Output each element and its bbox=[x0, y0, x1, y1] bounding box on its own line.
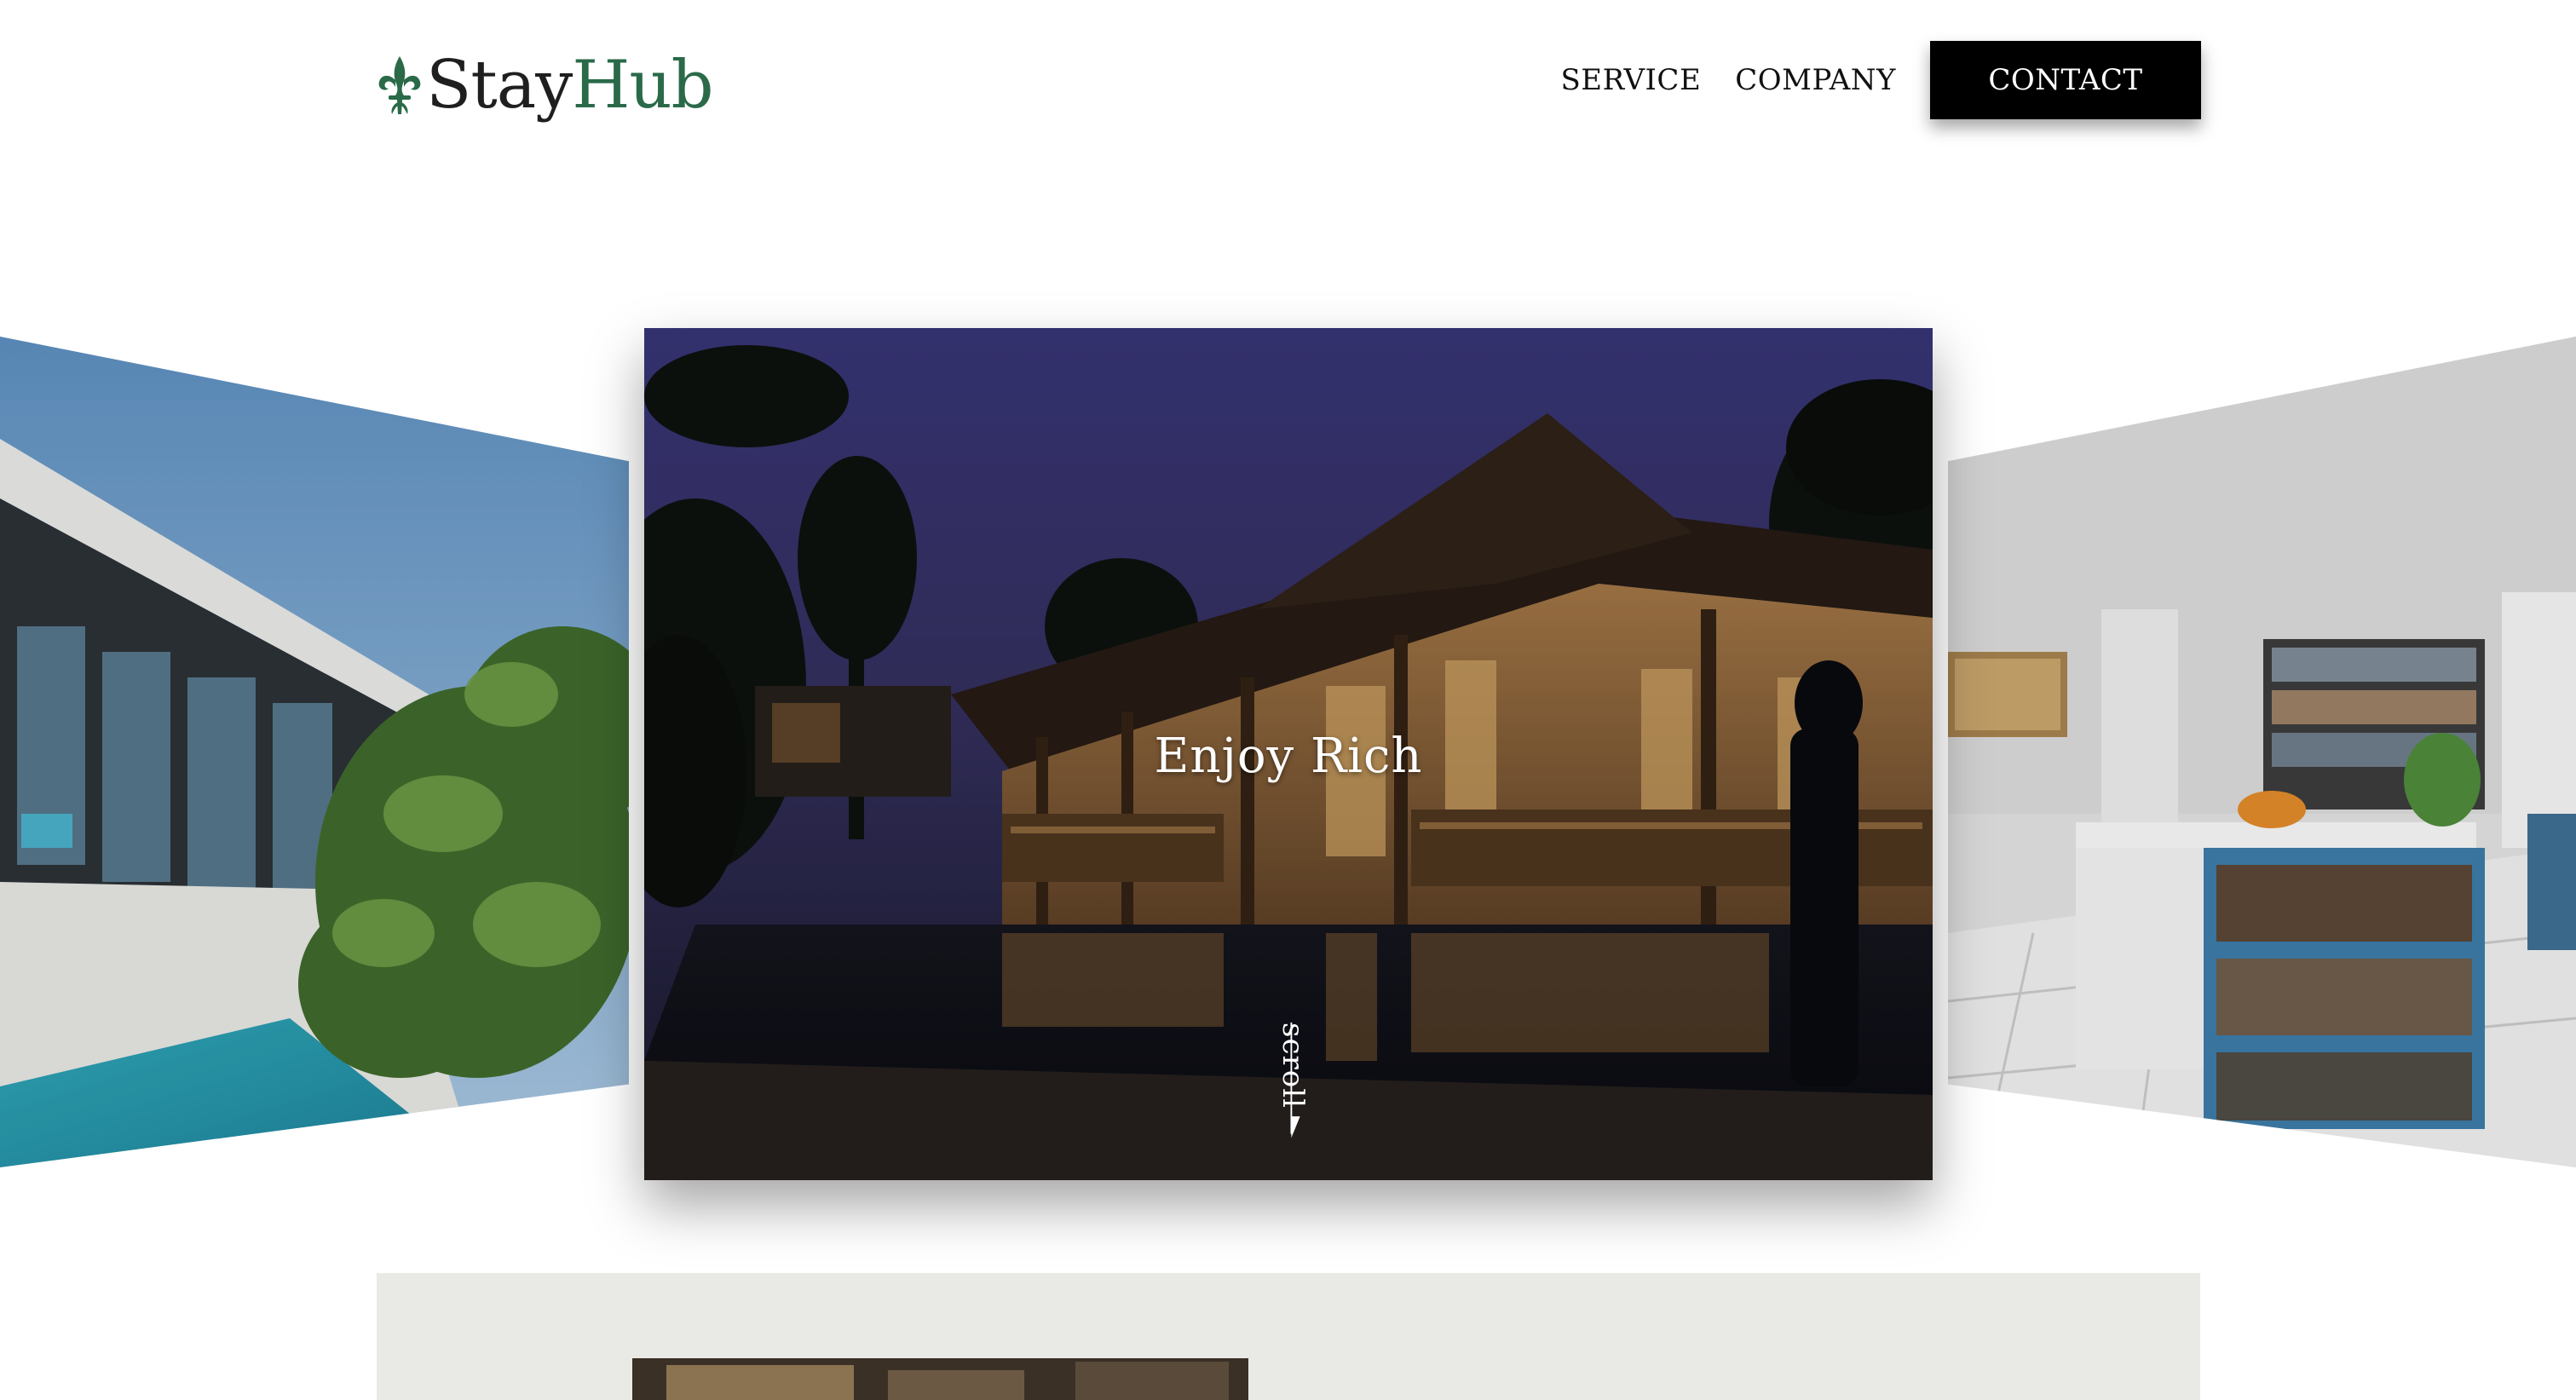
brand-logo[interactable]: StayHub bbox=[377, 43, 714, 128]
fleur-de-lis-icon bbox=[378, 56, 421, 114]
brand-name: StayHub bbox=[426, 52, 714, 118]
intro-section bbox=[377, 1273, 2200, 1400]
page: StayHub SERVICE COMPANY CONTACT Enjoy Ri… bbox=[0, 0, 2576, 1400]
scroll-label: scroll bbox=[1276, 1023, 1310, 1109]
main-nav: SERVICE COMPANY CONTACT bbox=[1560, 41, 2201, 119]
center-slide[interactable]: Enjoy Rich scroll bbox=[644, 328, 1933, 1180]
left-slide-image bbox=[0, 337, 629, 1167]
site-header: StayHub SERVICE COMPANY CONTACT bbox=[0, 0, 2576, 162]
right-slide-image bbox=[1948, 337, 2576, 1167]
hero-carousel: Enjoy Rich scroll bbox=[0, 162, 2576, 1180]
brand-name-part1: Stay bbox=[426, 47, 573, 124]
scroll-indicator[interactable]: scroll bbox=[1271, 1023, 1322, 1142]
left-slide[interactable] bbox=[0, 337, 629, 1167]
section-image bbox=[632, 1358, 1248, 1400]
nav-service[interactable]: SERVICE bbox=[1560, 63, 1701, 97]
brand-name-part2: Hub bbox=[572, 47, 713, 124]
contact-button[interactable]: CONTACT bbox=[1930, 41, 2201, 119]
nav-company[interactable]: COMPANY bbox=[1735, 63, 1896, 97]
right-slide[interactable] bbox=[1948, 337, 2576, 1167]
hero-title: Enjoy Rich bbox=[1154, 729, 1423, 784]
